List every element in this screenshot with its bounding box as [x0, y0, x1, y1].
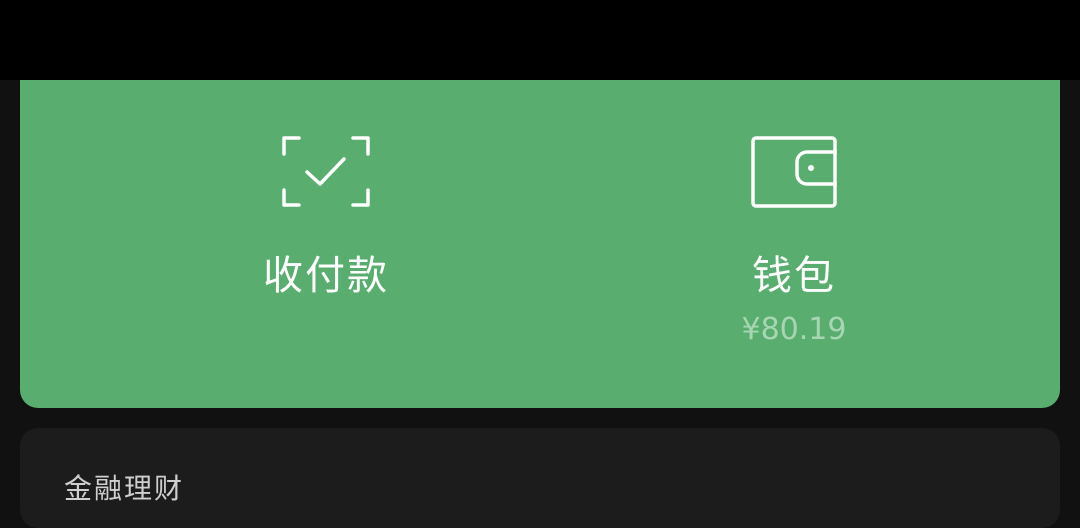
finance-section-title: 金融理财 — [64, 472, 185, 505]
scan-check-icon — [281, 132, 371, 212]
wallet-icon — [749, 132, 839, 212]
wallet-tile[interactable]: 钱包 ¥80.19 — [674, 80, 914, 408]
pay-receive-tile[interactable]: 收付款 — [206, 80, 446, 408]
status-bar — [0, 0, 1080, 80]
pay-service-card: 收付款 钱包 ¥80.19 — [20, 80, 1060, 408]
finance-section: 金融理财 — [20, 428, 1060, 528]
pay-receive-label: 收付款 — [263, 253, 389, 299]
wallet-label: 钱包 — [752, 253, 836, 299]
wallet-balance: ¥80.19 — [741, 312, 847, 347]
